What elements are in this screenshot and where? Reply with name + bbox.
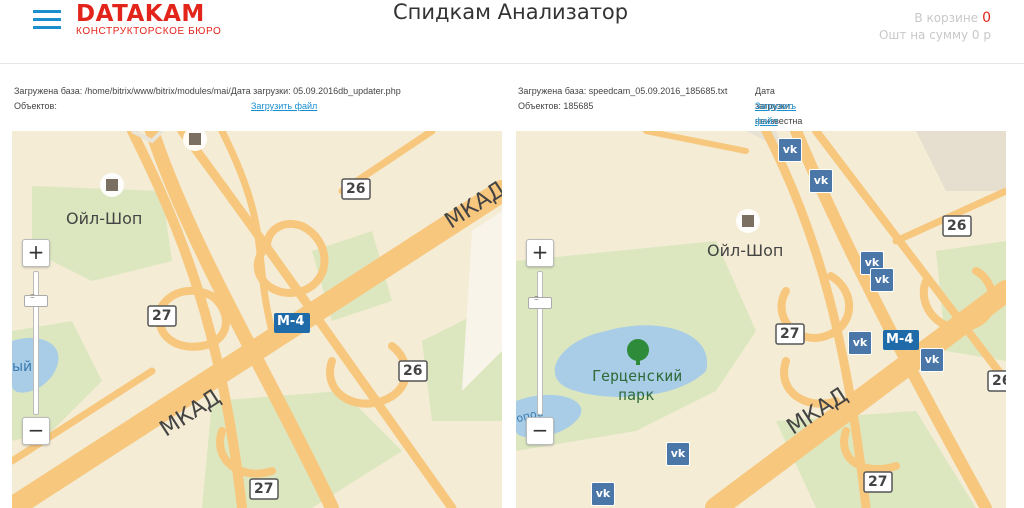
- speedcam-marker[interactable]: vk: [870, 268, 894, 292]
- label-road-27b-right: 27: [868, 474, 888, 490]
- logo[interactable]: DATAKAM КОНСТРУКТОРСКОЕ БЮРО: [76, 2, 221, 37]
- cart-count: 0: [982, 10, 991, 26]
- label-road-26b: 26: [403, 363, 423, 379]
- page-title: Спидкам Анализатор: [393, 0, 629, 24]
- zoom-track[interactable]: [537, 271, 543, 415]
- label-m4-right: М-4: [886, 332, 914, 347]
- label-oil-shop: Ойл-Шоп: [66, 209, 143, 228]
- speedcam-marker[interactable]: vk: [809, 169, 833, 193]
- cart-label: В корзине: [914, 11, 979, 25]
- right-objects-line: Объектов: 185685: [518, 101, 594, 111]
- zoom-out-button[interactable]: −: [526, 417, 554, 445]
- speedcam-marker[interactable]: vk: [920, 348, 944, 372]
- zoom-in-button[interactable]: +: [22, 239, 50, 267]
- label-oil-shop-right: Ойл-Шоп: [707, 241, 784, 260]
- speedcam-marker[interactable]: vk: [778, 138, 802, 162]
- right-upload-link[interactable]: Загрузить файл: [755, 99, 796, 129]
- left-panel-info: Загружена база: /home/bitrix/www/bitrix/…: [14, 84, 401, 114]
- label-road-27a-right: 27: [780, 326, 800, 342]
- label-road-26a: 26: [346, 181, 366, 197]
- zoom-handle[interactable]: [528, 295, 552, 309]
- map-left-canvas: [12, 131, 502, 508]
- label-road-27a: 27: [152, 308, 172, 324]
- map-right-canvas: [516, 131, 1006, 508]
- left-upload-link[interactable]: Загрузить файл: [251, 99, 317, 114]
- label-m4: М-4: [277, 314, 305, 329]
- label-road-26-right: 26: [947, 218, 967, 234]
- cart-summary[interactable]: В корзине 0 Ошт на сумму 0 р: [879, 10, 991, 44]
- right-db-line: Загружена база: speedcam_05.09.2016_1856…: [518, 86, 728, 96]
- zoom-in-button[interactable]: +: [526, 239, 554, 267]
- header: DATAKAM КОНСТРУКТОРСКОЕ БЮРО Спидкам Ана…: [0, 0, 1024, 64]
- logo-main: DATAKAM: [76, 1, 205, 27]
- speedcam-marker[interactable]: vk: [848, 331, 872, 355]
- speedcam-marker[interactable]: vk: [591, 482, 615, 506]
- left-objects-label: Объектов:: [14, 101, 57, 111]
- zoom-handle[interactable]: [24, 293, 48, 307]
- label-park-line1: Герценский: [592, 367, 683, 385]
- left-db-line: Загружена база: /home/bitrix/www/bitrix/…: [14, 86, 401, 96]
- map-right[interactable]: Ойл-Шоп Герценский парк 26 27 27 26 М-4 …: [516, 131, 1006, 508]
- speedcam-marker[interactable]: vk: [666, 442, 690, 466]
- label-park-line2: парк: [618, 386, 655, 404]
- label-road-27b: 27: [254, 481, 274, 497]
- right-panel-info: Загружена база: speedcam_05.09.2016_1856…: [518, 84, 802, 126]
- logo-sub: КОНСТРУКТОРСКОЕ БЮРО: [76, 26, 222, 37]
- label-water: ый: [12, 359, 33, 375]
- zoom-out-button[interactable]: −: [22, 417, 50, 445]
- map-left[interactable]: Ойл-Шоп 26 27 26 27 М-4 МКАД МКАД ый + −: [12, 131, 502, 508]
- menu-icon[interactable]: [33, 8, 61, 32]
- cart-sum: Ошт на сумму 0 р: [878, 28, 991, 42]
- label-road-2x-right: 26: [992, 373, 1006, 389]
